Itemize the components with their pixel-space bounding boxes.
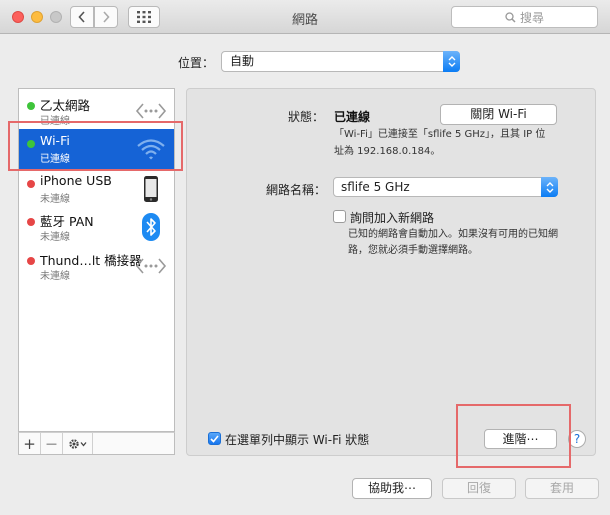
network-name-stepper	[541, 177, 558, 197]
iphone-icon	[144, 176, 158, 202]
network-name-select[interactable]: sflife 5 GHz	[333, 177, 558, 197]
service-item-bluetooth-pan[interactable]: 藍牙 PAN 未連線	[19, 207, 174, 247]
show-wifi-status-label: 在選單列中顯示 Wi-Fi 狀態	[225, 433, 370, 447]
checkmark-icon	[210, 434, 219, 443]
turn-off-wifi-button[interactable]: 關閉 Wi-Fi	[440, 104, 557, 125]
status-value: 已連線	[334, 110, 371, 124]
chevron-up-down-icon	[448, 56, 455, 67]
network-name-value: sflife 5 GHz	[341, 180, 410, 194]
service-item-iphone-usb[interactable]: iPhone USB 未連線	[19, 169, 174, 209]
status-dot	[27, 218, 35, 226]
status-dot	[27, 180, 35, 188]
apply-button[interactable]: 套用	[525, 478, 599, 499]
wifi-highlight-annotation	[8, 121, 183, 171]
location-stepper	[443, 51, 460, 72]
advanced-highlight-annotation	[456, 404, 571, 468]
location-select[interactable]: 自動	[221, 51, 460, 72]
assist-me-button[interactable]: 協助我⋯	[352, 478, 432, 499]
service-list-toolbar: + —	[18, 432, 175, 455]
network-name-label: 網路名稱：	[266, 183, 327, 197]
ethernet-icon	[135, 103, 167, 119]
chevron-up-down-icon	[546, 181, 553, 193]
status-label: 狀態：	[288, 110, 325, 124]
remove-service-button[interactable]: —	[41, 433, 63, 454]
titlebar: 網路 搜尋	[0, 0, 610, 34]
network-preferences-window: 網路 搜尋 位置： 自動 乙太網路 已連線 Wi-Fi 已連線 iPhone U…	[0, 0, 610, 515]
service-status: 未連線	[40, 194, 70, 205]
search-icon	[505, 11, 516, 23]
plus-icon: +	[23, 434, 36, 453]
ask-to-join-checkbox[interactable]	[333, 210, 346, 223]
service-status: 未連線	[40, 232, 70, 243]
ask-to-join-label: 詢問加入新網路	[350, 211, 435, 225]
service-name: iPhone USB	[40, 173, 112, 188]
detail-panel: 狀態： 已連線 關閉 Wi-Fi 「Wi-Fi」已連接至「sflife 5 GH…	[186, 88, 596, 456]
status-description-line-1: 「Wi-Fi」已連接至「sflife 5 GHz」，且其 IP 位	[334, 129, 546, 140]
minus-icon: —	[46, 437, 57, 450]
action-menu-button[interactable]	[63, 433, 93, 454]
ask-to-join-description-line-2: 路，您就必須手動選擇網路。	[348, 245, 478, 256]
service-status: 未連線	[40, 271, 70, 282]
ask-to-join-description-line-1: 已知的網路會自動加入。如果沒有可用的已知網	[348, 229, 558, 240]
thunderbolt-bridge-icon	[135, 258, 167, 274]
show-wifi-status-checkbox[interactable]	[208, 432, 221, 445]
status-description-line-2: 址為 192.168.0.184。	[334, 146, 441, 157]
location-label: 位置：	[178, 56, 215, 70]
revert-button[interactable]: 回復	[442, 478, 516, 499]
gear-icon	[68, 438, 86, 449]
status-dot	[27, 257, 35, 265]
search-placeholder: 搜尋	[519, 10, 544, 25]
location-value: 自動	[230, 54, 255, 68]
status-dot	[27, 102, 35, 110]
search-input[interactable]: 搜尋	[451, 6, 598, 28]
bluetooth-icon	[142, 213, 160, 241]
service-item-thunderbolt-bridge[interactable]: Thund…lt 橋接器 未連線	[19, 246, 174, 286]
add-service-button[interactable]: +	[19, 433, 41, 454]
